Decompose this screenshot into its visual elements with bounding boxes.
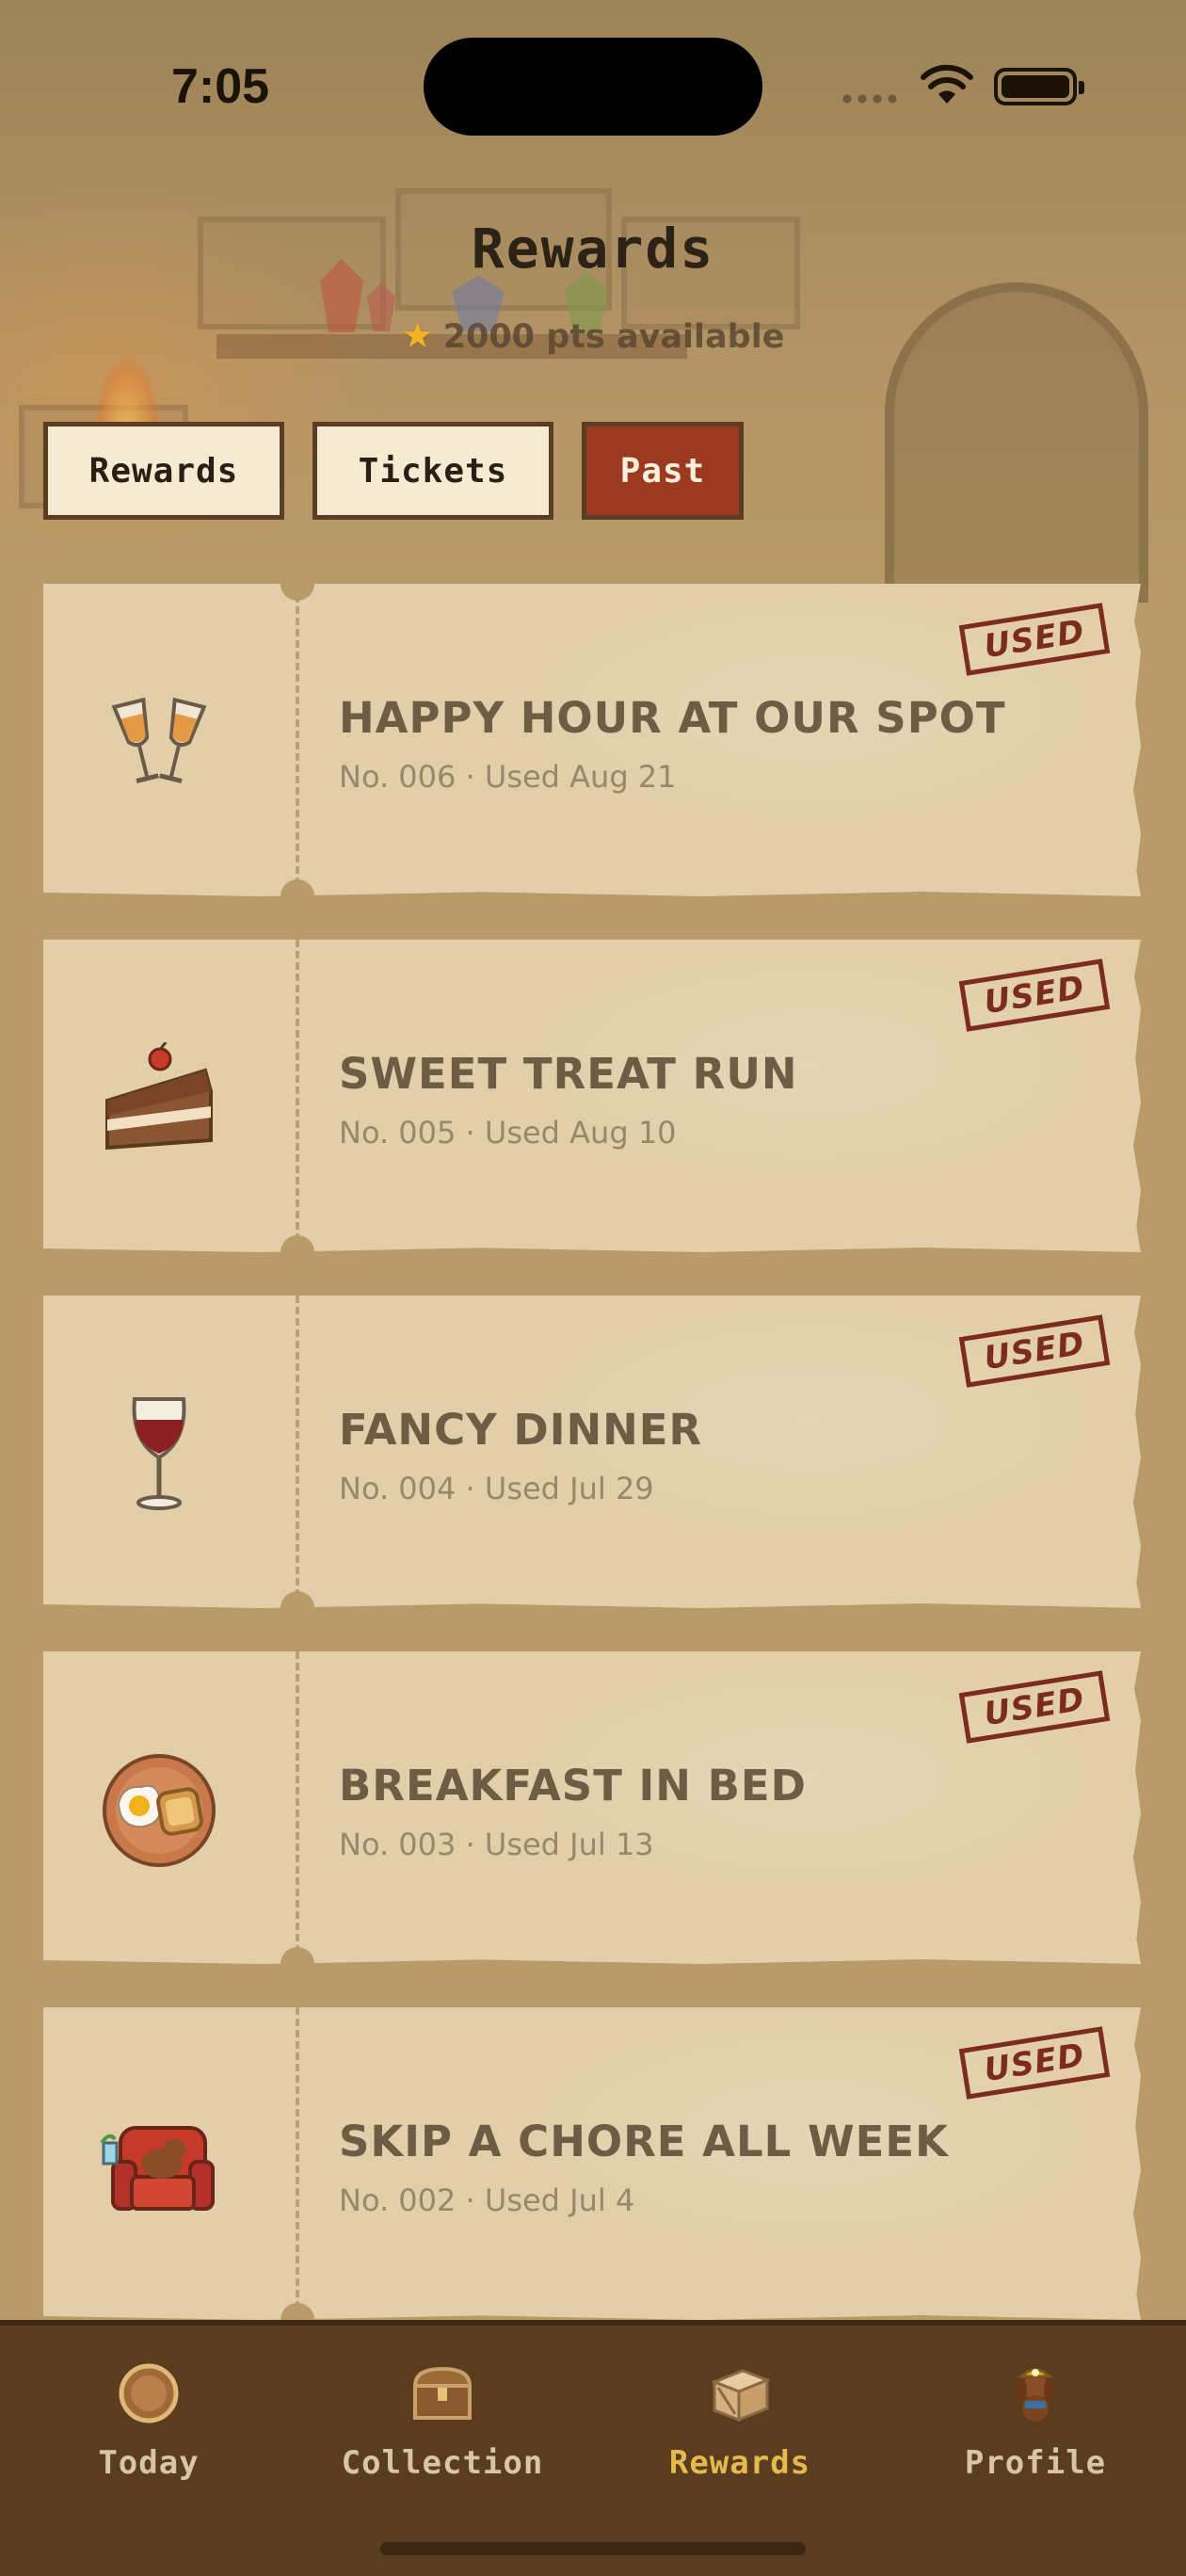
- ticket-card[interactable]: BREAKFAST IN BED No. 003 · Used Jul 13 U…: [43, 1651, 1141, 1964]
- champagne-glasses-icon: [100, 684, 218, 802]
- ticket-card[interactable]: HAPPY HOUR AT OUR SPOT No. 006 · Used Au…: [43, 584, 1141, 896]
- ticket-used-date: Used Jul 29: [484, 1471, 654, 1506]
- ticket-number: No. 003: [339, 1827, 457, 1862]
- ticket-number: No. 002: [339, 2182, 457, 2218]
- cake-slice-icon: [100, 1039, 218, 1158]
- ticket-used-date: Used Jul 4: [484, 2182, 635, 2218]
- ticket-used-date: Used Aug 10: [484, 1115, 677, 1151]
- nav-collection[interactable]: Collection: [301, 2363, 584, 2495]
- breakfast-plate-icon: [100, 1751, 218, 1870]
- points-text: 2000 pts available: [442, 318, 785, 356]
- crate-icon: [710, 2369, 772, 2423]
- wifi-icon: [921, 64, 973, 104]
- armchair-dog-icon: [100, 2107, 218, 2226]
- ticket-card[interactable]: FANCY DINNER No. 004 · Used Jul 29 USED: [43, 1296, 1141, 1608]
- nav-label: Collection: [341, 2444, 544, 2482]
- battery-icon: [994, 68, 1084, 105]
- ticket-meta: No. 004 · Used Jul 29: [339, 1471, 654, 1506]
- wine-glass-icon: [100, 1395, 218, 1514]
- ticket-used-date: Used Jul 13: [484, 1827, 654, 1862]
- ticket-meta: No. 002 · Used Jul 4: [339, 2182, 635, 2218]
- nav-today[interactable]: Today: [8, 2363, 290, 2495]
- points-available: ★ 2000 pts available: [0, 314, 1186, 356]
- tab-rewards[interactable]: Rewards: [43, 422, 284, 520]
- ticket-card[interactable]: SWEET TREAT RUN No. 005 · Used Aug 10 US…: [43, 940, 1141, 1252]
- bottom-tab-bar: Today Collection Rewards Profile: [0, 2320, 1186, 2576]
- treasure-chest-icon: [412, 2366, 473, 2420]
- nav-label: Today: [98, 2444, 200, 2482]
- ticket-title: HAPPY HOUR AT OUR SPOT: [339, 693, 1006, 743]
- ticket-title: SWEET TREAT RUN: [339, 1049, 798, 1099]
- home-indicator: [380, 2542, 806, 2555]
- ticket-meta: No. 005 · Used Aug 10: [339, 1115, 677, 1151]
- ticket-meta: No. 006 · Used Aug 21: [339, 759, 677, 795]
- ticket-meta: No. 003 · Used Jul 13: [339, 1827, 654, 1862]
- ticket-card[interactable]: SKIP A CHORE ALL WEEK No. 002 · Used Jul…: [43, 2007, 1141, 2320]
- page-title: Rewards: [471, 217, 715, 281]
- ticket-number: No. 006: [339, 759, 457, 795]
- dog-miner-icon: [1016, 2368, 1055, 2422]
- nav-profile[interactable]: Profile: [894, 2363, 1177, 2495]
- nav-label: Rewards: [668, 2444, 811, 2482]
- ticket-title: FANCY DINNER: [339, 1405, 703, 1455]
- nav-rewards[interactable]: Rewards: [599, 2363, 881, 2495]
- coin-icon: [119, 2363, 179, 2423]
- past-tickets-list[interactable]: HAPPY HOUR AT OUR SPOT No. 006 · Used Au…: [0, 584, 1186, 2320]
- ticket-title: BREAKFAST IN BED: [339, 1761, 808, 1811]
- nav-label: Profile: [964, 2444, 1107, 2482]
- cellular-dots-icon: [840, 94, 900, 104]
- star-icon: ★: [401, 314, 434, 356]
- tab-past[interactable]: Past: [582, 422, 744, 520]
- status-time: 7:05: [171, 59, 270, 114]
- ticket-title: SKIP A CHORE ALL WEEK: [339, 2117, 949, 2166]
- ticket-number: No. 004: [339, 1471, 457, 1506]
- tab-tickets[interactable]: Tickets: [313, 422, 553, 520]
- ticket-number: No. 005: [339, 1115, 457, 1151]
- dynamic-island: [424, 38, 762, 136]
- ticket-used-date: Used Aug 21: [484, 759, 677, 795]
